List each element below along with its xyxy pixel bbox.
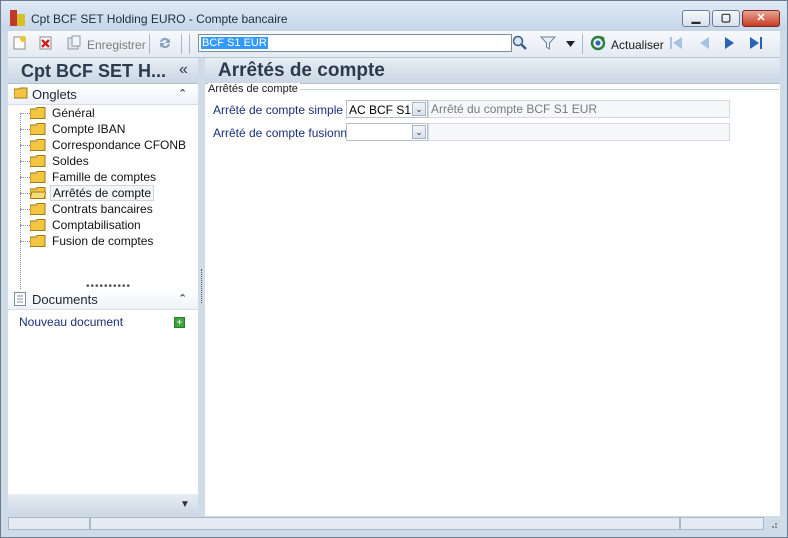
window-title: Cpt BCF SET Holding EURO - Compte bancai… bbox=[31, 12, 288, 26]
refresh-button[interactable]: Actualiser bbox=[611, 38, 664, 52]
folder-icon bbox=[30, 235, 46, 247]
left-panel: Cpt BCF SET H... « Onglets ⌃ Général Com… bbox=[8, 58, 198, 516]
group-divider bbox=[267, 89, 779, 90]
maximize-icon: ▢ bbox=[720, 12, 732, 24]
chevron-down-icon[interactable]: ▼ bbox=[180, 499, 190, 510]
chevron-up-icon[interactable]: ⌃ bbox=[178, 292, 187, 305]
folder-icon bbox=[30, 139, 46, 151]
add-icon[interactable]: + bbox=[174, 317, 185, 328]
arrete-fusionne-combo[interactable]: ⌄ bbox=[346, 123, 428, 141]
left-panel-footer: ▼ bbox=[8, 494, 198, 516]
open-folder-icon bbox=[30, 187, 46, 199]
next-record-icon[interactable] bbox=[722, 35, 738, 51]
new-icon[interactable] bbox=[12, 35, 28, 51]
panel-splitter[interactable] bbox=[201, 269, 202, 303]
search-input[interactable]: BCF S1 EUR bbox=[198, 34, 512, 52]
tree-item-contrats-bancaires[interactable]: Contrats bancaires bbox=[8, 201, 198, 217]
status-cell bbox=[8, 517, 90, 530]
field-label-arrete-simple: Arrêté de compte simple bbox=[213, 103, 344, 117]
toolbar-separator bbox=[189, 34, 190, 54]
status-bar bbox=[8, 517, 780, 530]
main-panel: Arrêtés de compte Arrêtés de compte Arrê… bbox=[205, 58, 780, 516]
onglets-label: Onglets bbox=[32, 87, 77, 102]
tree-item-label: Correspondance CFONB bbox=[52, 138, 187, 152]
dropdown-icon[interactable]: ⌄ bbox=[412, 102, 426, 116]
tree-item-label: Contrats bancaires bbox=[52, 202, 153, 216]
folder-icon bbox=[30, 219, 46, 231]
tree-item-label: Général bbox=[52, 106, 95, 120]
last-record-icon[interactable] bbox=[748, 35, 764, 51]
toolbar: Enregistrer BCF S1 EUR Actualiser bbox=[8, 31, 780, 58]
new-document-link[interactable]: Nouveau document bbox=[19, 315, 123, 329]
refresh-icon[interactable] bbox=[590, 35, 606, 51]
status-cell bbox=[680, 517, 764, 530]
save-button[interactable]: Enregistrer bbox=[87, 38, 146, 52]
tree-item-comptabilisation[interactable]: Comptabilisation bbox=[8, 217, 198, 233]
tree-item-label: Famille de comptes bbox=[52, 170, 157, 184]
minimize-icon: ▁ bbox=[691, 12, 701, 24]
tree-item-label: Comptabilisation bbox=[52, 218, 141, 232]
folder-icon bbox=[30, 171, 46, 183]
tree-item-label: Compte IBAN bbox=[52, 122, 126, 136]
document-icon bbox=[14, 292, 26, 306]
left-panel-header: Cpt BCF SET H... « bbox=[8, 58, 198, 84]
previous-record-icon[interactable] bbox=[696, 35, 712, 51]
title-bar: Cpt BCF SET Holding EURO - Compte bancai… bbox=[1, 1, 787, 31]
filter-icon[interactable] bbox=[540, 35, 556, 51]
group-caption: Arrêtés de compte bbox=[208, 83, 300, 95]
chevron-up-icon[interactable]: ⌃ bbox=[178, 87, 187, 100]
arrete-fusionne-description bbox=[428, 123, 730, 141]
delete-icon[interactable] bbox=[38, 35, 54, 51]
documents-section-header[interactable]: Documents ⌃ bbox=[8, 289, 198, 310]
record-title: Cpt BCF SET H... bbox=[21, 61, 166, 81]
documents-label: Documents bbox=[32, 292, 98, 307]
main-panel-header: Arrêtés de compte bbox=[205, 58, 780, 84]
tree-item-correspondance-cfonb[interactable]: Correspondance CFONB bbox=[8, 137, 198, 153]
arrete-simple-description: Arrêté du compte BCF S1 EUR bbox=[428, 100, 730, 118]
save-icon[interactable] bbox=[66, 35, 82, 51]
page-title: Arrêtés de compte bbox=[218, 60, 385, 81]
tree-item-arretes-de-compte[interactable]: Arrêtés de compte bbox=[8, 185, 198, 201]
close-icon: ✕ bbox=[756, 12, 766, 24]
resize-grip-icon[interactable] bbox=[768, 519, 778, 529]
filter-dropdown-icon[interactable] bbox=[566, 41, 575, 47]
field-label-arrete-fusionne: Arrêté de compte fusionné bbox=[213, 126, 354, 140]
search-input-value: BCF S1 EUR bbox=[201, 37, 268, 49]
sync-icon[interactable] bbox=[157, 35, 173, 51]
close-button[interactable]: ✕ bbox=[742, 10, 780, 27]
first-record-icon[interactable] bbox=[668, 35, 684, 51]
tree-item-famille-de-comptes[interactable]: Famille de comptes bbox=[8, 169, 198, 185]
application-window: Cpt BCF SET Holding EURO - Compte bancai… bbox=[0, 0, 788, 538]
search-icon[interactable] bbox=[512, 35, 528, 51]
tree-item-label: Soldes bbox=[52, 154, 89, 168]
tree-item-soldes[interactable]: Soldes bbox=[8, 153, 198, 169]
maximize-button[interactable]: ▢ bbox=[712, 10, 740, 27]
toolbar-separator bbox=[149, 34, 150, 54]
arrete-simple-value: AC BCF S1 bbox=[349, 103, 412, 117]
collapse-panel-button[interactable]: « bbox=[179, 61, 188, 79]
tree-item-label: Arrêtés de compte bbox=[50, 185, 155, 201]
folder-icon bbox=[30, 123, 46, 135]
arrete-simple-combo[interactable]: AC BCF S1 ⌄ bbox=[346, 100, 428, 118]
folder-icon bbox=[14, 87, 28, 99]
toolbar-separator bbox=[181, 34, 182, 54]
minimize-button[interactable]: ▁ bbox=[682, 10, 710, 27]
tree-item-general[interactable]: Général bbox=[8, 105, 198, 121]
tree-item-label: Fusion de comptes bbox=[52, 234, 154, 248]
app-icon bbox=[10, 10, 26, 26]
folder-icon bbox=[30, 107, 46, 119]
tree-item-compte-iban[interactable]: Compte IBAN bbox=[8, 121, 198, 137]
folder-icon bbox=[30, 203, 46, 215]
onglets-section-header[interactable]: Onglets ⌃ bbox=[8, 84, 198, 105]
tree-item-fusion-de-comptes[interactable]: Fusion de comptes bbox=[8, 233, 198, 249]
toolbar-separator bbox=[582, 34, 583, 54]
status-cell bbox=[90, 517, 680, 530]
dropdown-icon[interactable]: ⌄ bbox=[412, 125, 426, 139]
folder-icon bbox=[30, 155, 46, 167]
